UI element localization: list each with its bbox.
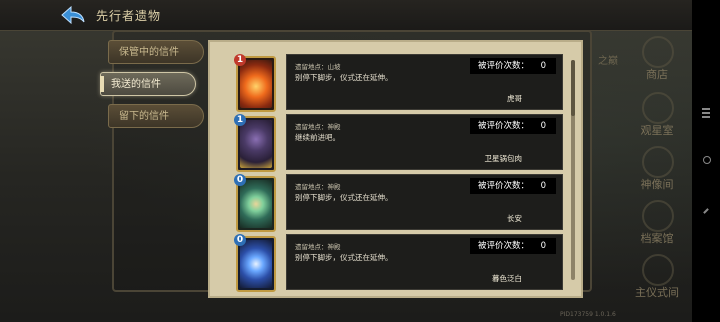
rating-label: 被评价次数： <box>478 181 530 191</box>
letter-message: 别停下脚步，仪式还在延伸。 <box>295 193 393 202</box>
relic-card[interactable]: 1 <box>234 114 276 172</box>
scrollbar-thumb[interactable] <box>571 60 575 116</box>
letter-message: 别停下脚步，仪式还在延伸。 <box>295 253 393 262</box>
right-menu-label: 档案馆 <box>640 232 674 245</box>
right-menu-item-statues[interactable]: 神像间 <box>622 144 692 194</box>
letter-row[interactable]: 遗留地点：神殿 别停下脚步，仪式还在延伸。 暮色泛白 被评价次数： 0 <box>286 234 563 290</box>
letter-sender: 暮色泛白 <box>492 274 522 283</box>
archive-emblem-icon <box>642 200 674 232</box>
card-cost-badge: 1 <box>234 54 246 66</box>
letter-message: 继续前进吧。 <box>295 133 340 142</box>
rating-label: 被评价次数： <box>478 121 530 131</box>
tab-sent-letters[interactable]: 我送的信件 <box>100 72 196 96</box>
lightning-card-icon <box>240 240 272 288</box>
relic-card[interactable]: 1 <box>234 54 276 112</box>
letter-sender: 卫星锅包肉 <box>484 154 523 163</box>
letter-location: 遗留地点：神殿 <box>295 183 341 191</box>
fire-card-icon <box>240 60 272 108</box>
spiral-card-icon <box>240 180 272 228</box>
card-cost-badge: 0 <box>234 174 246 186</box>
rating-value: 0 <box>540 181 546 191</box>
star-emblem-icon <box>642 92 674 124</box>
back-arrow-icon <box>61 5 85 25</box>
rating-label: 被评价次数： <box>478 61 530 71</box>
letter-sender: 长安 <box>507 214 522 223</box>
right-menu-label: 神像间 <box>640 178 674 191</box>
system-nav-bar <box>692 0 720 322</box>
rating-badge: 被评价次数： 0 <box>470 178 556 194</box>
rating-label: 被评价次数： <box>478 241 530 251</box>
rating-badge: 被评价次数： 0 <box>470 58 556 74</box>
top-bar: 先行者遗物 <box>0 0 720 31</box>
rating-value: 0 <box>540 61 546 71</box>
letter-location: 遗留地点：山坡 <box>295 63 341 71</box>
back-button[interactable] <box>60 4 86 26</box>
right-menu-label: 商店 <box>646 68 668 81</box>
rating-badge: 被评价次数： 0 <box>470 238 556 254</box>
dark-armor-card-icon <box>240 120 272 168</box>
right-menu-label: 观星室 <box>640 124 674 137</box>
tab-kept-letters[interactable]: 保管中的信件 <box>108 40 204 64</box>
card-cost-badge: 0 <box>234 234 246 246</box>
right-menu-item-ritual[interactable]: 主仪式间 <box>622 252 692 302</box>
menu-nav-icon-line <box>702 112 710 114</box>
shop-emblem-icon <box>642 36 674 68</box>
cutoff-label: 之巅 <box>598 56 618 67</box>
letter-location: 遗留地点：神殿 <box>295 123 341 131</box>
right-menu: 商店 观星室 神像间 档案馆 主仪式间 <box>622 30 692 322</box>
home-nav-icon[interactable] <box>703 156 711 164</box>
relic-card[interactable]: 0 <box>234 234 276 292</box>
letter-row[interactable]: 遗留地点：山坡 别停下脚步，仪式还在延伸。 虎哥 被评价次数： 0 <box>286 54 563 110</box>
rating-value: 0 <box>540 121 546 131</box>
menu-nav-icon-line2 <box>702 116 710 118</box>
right-menu-label: 主仪式间 <box>635 286 679 299</box>
letter-location: 遗留地点：神殿 <box>295 243 341 251</box>
right-menu-item-observatory[interactable]: 观星室 <box>622 90 692 140</box>
back-nav-icon[interactable] <box>703 208 709 214</box>
rating-badge: 被评价次数： 0 <box>470 118 556 134</box>
right-menu-item-shop[interactable]: 商店 <box>622 34 692 84</box>
tab-left-letters[interactable]: 留下的信件 <box>108 104 204 128</box>
card-cost-badge: 1 <box>234 114 246 126</box>
page-title: 先行者遗物 <box>96 9 162 23</box>
right-menu-item-archive[interactable]: 档案馆 <box>622 198 692 248</box>
statue-emblem-icon <box>642 146 674 178</box>
version-text: PID173759 1.0.1.6 <box>560 311 616 318</box>
relic-card[interactable]: 0 <box>234 174 276 232</box>
menu-nav-icon[interactable] <box>702 108 710 110</box>
ritual-emblem-icon <box>642 254 674 286</box>
letter-sender: 虎哥 <box>507 94 522 103</box>
letter-message: 别停下脚步，仪式还在延伸。 <box>295 73 393 82</box>
rating-value: 0 <box>540 241 546 251</box>
letter-row[interactable]: 遗留地点：神殿 别停下脚步，仪式还在延伸。 长安 被评价次数： 0 <box>286 174 563 230</box>
letter-row[interactable]: 遗留地点：神殿 继续前进吧。 卫星锅包肉 被评价次数： 0 <box>286 114 563 170</box>
